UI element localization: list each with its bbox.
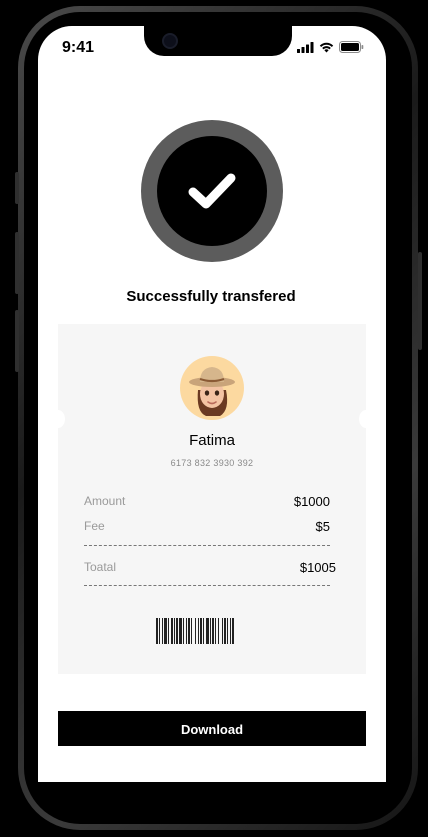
divider — [84, 545, 330, 546]
mute-switch — [15, 172, 19, 204]
camera-icon — [162, 33, 178, 49]
app-screen: 9:41 Successfully transfered Fatima 6173… — [38, 26, 386, 782]
amount-value: $1000 — [293, 494, 330, 509]
barcode-stripe — [234, 618, 235, 644]
fee-label: Fee — [84, 519, 105, 533]
status-time: 9:41 — [62, 39, 95, 56]
receipt-card: Fatima 6173 832 3930 392 Amount $1000 Fe… — [51, 324, 373, 674]
success-badge-core — [157, 136, 267, 246]
receipt-notch-left — [51, 410, 65, 428]
avatar — [180, 356, 244, 420]
amount-label: Amount — [84, 494, 126, 508]
receipt-notch-right — [359, 410, 373, 428]
notch — [144, 26, 292, 56]
account-number: 6173 832 3930 392 — [170, 458, 254, 468]
power-button — [418, 252, 422, 350]
total-value: $1005 — [299, 560, 336, 575]
divider — [84, 585, 330, 586]
avatar-illustration — [189, 367, 235, 416]
volume-up-button — [15, 232, 19, 294]
volume-down-button — [15, 310, 19, 372]
battery-icon — [339, 41, 364, 53]
wifi-icon — [319, 42, 334, 52]
checkmark-icon — [188, 173, 236, 209]
recipient-name: Fatima — [189, 432, 235, 449]
fee-value: $5 — [315, 519, 330, 534]
status-icons — [297, 41, 364, 53]
success-title: Successfully transfered — [126, 288, 296, 305]
success-badge — [141, 120, 283, 262]
total-label: Toatal — [84, 560, 117, 574]
signal-icon — [297, 41, 314, 53]
barcode — [156, 618, 268, 644]
download-button[interactable]: Download — [58, 711, 366, 746]
